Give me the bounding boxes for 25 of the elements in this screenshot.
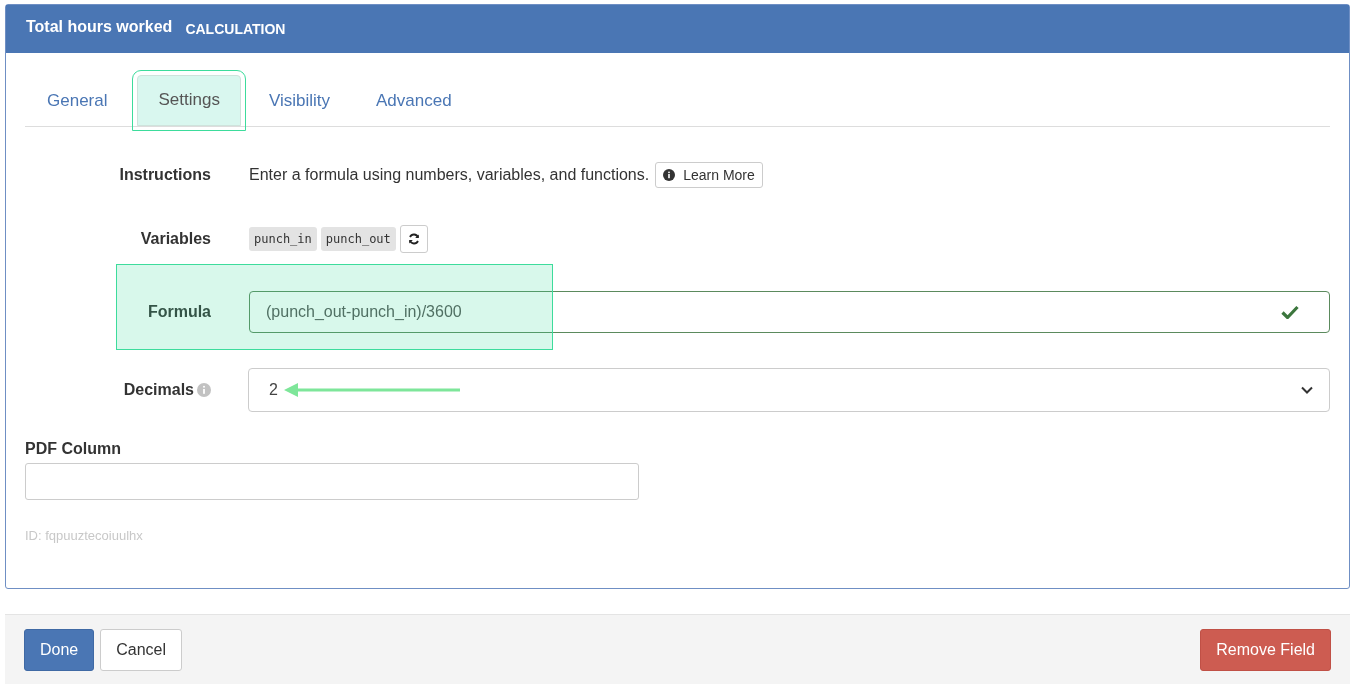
- field-title: Total hours worked: [26, 18, 173, 36]
- field-label: PDF Column: [25, 440, 122, 458]
- variable-tag[interactable]: punch_out: [320, 227, 396, 251]
- field-label: Instructions: [118, 166, 211, 184]
- decimals-select[interactable]: 2: [248, 368, 1330, 412]
- field-label: Variables: [139, 230, 211, 248]
- info-icon: [197, 383, 211, 397]
- field-label: Decimals: [25, 381, 211, 399]
- variable-tag[interactable]: punch_in: [249, 227, 317, 251]
- cancel-button[interactable]: Cancel: [100, 629, 183, 671]
- done-button[interactable]: Done: [24, 629, 95, 671]
- tab[interactable]: Visibility: [246, 76, 352, 127]
- field-label: Formula: [146, 303, 211, 321]
- info-icon: [663, 169, 676, 181]
- remove-field-button[interactable]: Remove Field: [1200, 629, 1331, 671]
- instructions-text: Enter a formula using numbers, variables, and functions.: [249, 166, 650, 184]
- pdf-column-input[interactable]: [25, 463, 639, 500]
- tab[interactable]: General: [25, 76, 130, 127]
- refresh-icon: [407, 233, 420, 245]
- field-type: CALCULATION: [185, 21, 286, 37]
- refresh-button[interactable]: [399, 225, 428, 253]
- learn-more-button[interactable]: Learn More: [655, 162, 763, 188]
- tab[interactable]: Advanced: [354, 76, 474, 127]
- chevron-down-icon: [1301, 386, 1313, 394]
- formula-input[interactable]: (punch_out-punch_in)/3600: [249, 291, 1330, 333]
